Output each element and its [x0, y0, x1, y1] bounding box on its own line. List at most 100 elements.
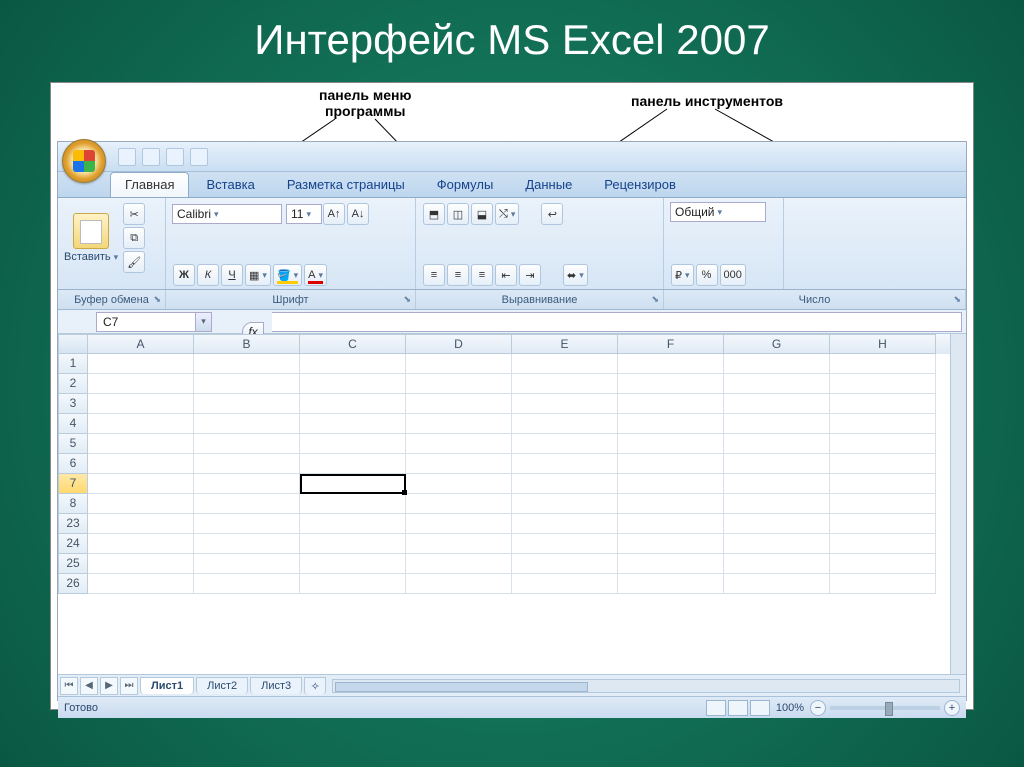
cell[interactable]: [194, 574, 300, 594]
cell[interactable]: [512, 434, 618, 454]
cell[interactable]: [406, 494, 512, 514]
cell[interactable]: [512, 354, 618, 374]
horizontal-scrollbar[interactable]: [332, 679, 960, 693]
last-sheet-icon[interactable]: ⏭: [120, 677, 138, 695]
cell[interactable]: [618, 434, 724, 454]
cell[interactable]: [88, 554, 194, 574]
tab-data[interactable]: Данные: [510, 172, 587, 197]
cell[interactable]: [88, 354, 194, 374]
font-size-combo[interactable]: 11: [286, 204, 322, 224]
new-sheet-icon[interactable]: ✧: [304, 677, 326, 695]
cell[interactable]: [406, 374, 512, 394]
col-header[interactable]: G: [724, 334, 830, 354]
zoom-out-icon[interactable]: −: [810, 700, 826, 716]
align-right-icon[interactable]: ≡: [471, 264, 493, 286]
cell[interactable]: [512, 454, 618, 474]
cell[interactable]: [724, 434, 830, 454]
cell[interactable]: [194, 434, 300, 454]
align-center-icon[interactable]: ≡: [447, 264, 469, 286]
cell[interactable]: [830, 574, 936, 594]
cell[interactable]: [830, 474, 936, 494]
percent-icon[interactable]: %: [696, 264, 718, 286]
cell[interactable]: [406, 554, 512, 574]
decrease-font-icon[interactable]: A↓: [347, 203, 369, 225]
cell[interactable]: [88, 454, 194, 474]
cell[interactable]: [300, 554, 406, 574]
font-name-combo[interactable]: Calibri: [172, 204, 282, 224]
cell[interactable]: [618, 494, 724, 514]
cell[interactable]: [830, 454, 936, 474]
orientation-icon[interactable]: ⤭: [495, 203, 519, 225]
cell[interactable]: [406, 394, 512, 414]
prev-sheet-icon[interactable]: ◀: [80, 677, 98, 695]
qat-more-icon[interactable]: [190, 148, 208, 166]
format-painter-icon[interactable]: 🖌: [123, 251, 145, 273]
decrease-indent-icon[interactable]: ⇤: [495, 264, 517, 286]
sheet-tab[interactable]: Лист1: [140, 677, 194, 694]
cell[interactable]: [300, 534, 406, 554]
cell[interactable]: [406, 454, 512, 474]
undo-icon[interactable]: [142, 148, 160, 166]
fill-color-icon[interactable]: 🪣: [273, 264, 302, 286]
cell[interactable]: [724, 454, 830, 474]
align-middle-icon[interactable]: ◫: [447, 203, 469, 225]
cell[interactable]: [194, 414, 300, 434]
cell[interactable]: [830, 554, 936, 574]
cell[interactable]: [512, 574, 618, 594]
cell[interactable]: [194, 554, 300, 574]
number-format-combo[interactable]: Общий: [670, 202, 766, 222]
cell[interactable]: [618, 414, 724, 434]
cell[interactable]: [194, 534, 300, 554]
next-sheet-icon[interactable]: ▶: [100, 677, 118, 695]
cell[interactable]: [300, 454, 406, 474]
align-left-icon[interactable]: ≡: [423, 264, 445, 286]
cell[interactable]: [406, 574, 512, 594]
cell[interactable]: [88, 394, 194, 414]
normal-view-icon[interactable]: [706, 700, 726, 716]
cell[interactable]: [406, 474, 512, 494]
increase-font-icon[interactable]: A↑: [323, 203, 345, 225]
zoom-in-icon[interactable]: +: [944, 700, 960, 716]
page-layout-view-icon[interactable]: [728, 700, 748, 716]
cell[interactable]: [618, 574, 724, 594]
increase-indent-icon[interactable]: ⇥: [519, 264, 541, 286]
cell[interactable]: [724, 414, 830, 434]
cell[interactable]: [406, 514, 512, 534]
row-header[interactable]: 2: [58, 374, 88, 394]
cell[interactable]: [88, 374, 194, 394]
font-color-icon[interactable]: A: [304, 264, 327, 286]
row-header[interactable]: 6: [58, 454, 88, 474]
cell[interactable]: [300, 354, 406, 374]
cell[interactable]: [512, 394, 618, 414]
underline-button[interactable]: Ч: [221, 264, 243, 286]
cell[interactable]: [830, 494, 936, 514]
row-header[interactable]: 8: [58, 494, 88, 514]
cell[interactable]: [512, 514, 618, 534]
zoom-slider[interactable]: [830, 706, 940, 710]
cell[interactable]: [512, 474, 618, 494]
cell[interactable]: [618, 354, 724, 374]
cell[interactable]: [406, 534, 512, 554]
cell[interactable]: [618, 454, 724, 474]
cell[interactable]: [830, 414, 936, 434]
cell[interactable]: [300, 394, 406, 414]
cell[interactable]: [618, 394, 724, 414]
cell[interactable]: [512, 554, 618, 574]
cell[interactable]: [830, 374, 936, 394]
cell[interactable]: [830, 514, 936, 534]
copy-icon[interactable]: ⧉: [123, 227, 145, 249]
wrap-text-icon[interactable]: ↩: [541, 203, 563, 225]
redo-icon[interactable]: [166, 148, 184, 166]
cell[interactable]: [512, 374, 618, 394]
bold-button[interactable]: Ж: [173, 264, 195, 286]
cell[interactable]: [512, 414, 618, 434]
tab-home[interactable]: Главная: [110, 172, 189, 197]
cell[interactable]: [194, 494, 300, 514]
col-header[interactable]: C: [300, 334, 406, 354]
cell[interactable]: [194, 374, 300, 394]
cell[interactable]: [512, 494, 618, 514]
zoom-percent[interactable]: 100%: [776, 702, 804, 714]
cell[interactable]: [724, 354, 830, 374]
row-header[interactable]: 24: [58, 534, 88, 554]
tab-formulas[interactable]: Формулы: [422, 172, 509, 197]
